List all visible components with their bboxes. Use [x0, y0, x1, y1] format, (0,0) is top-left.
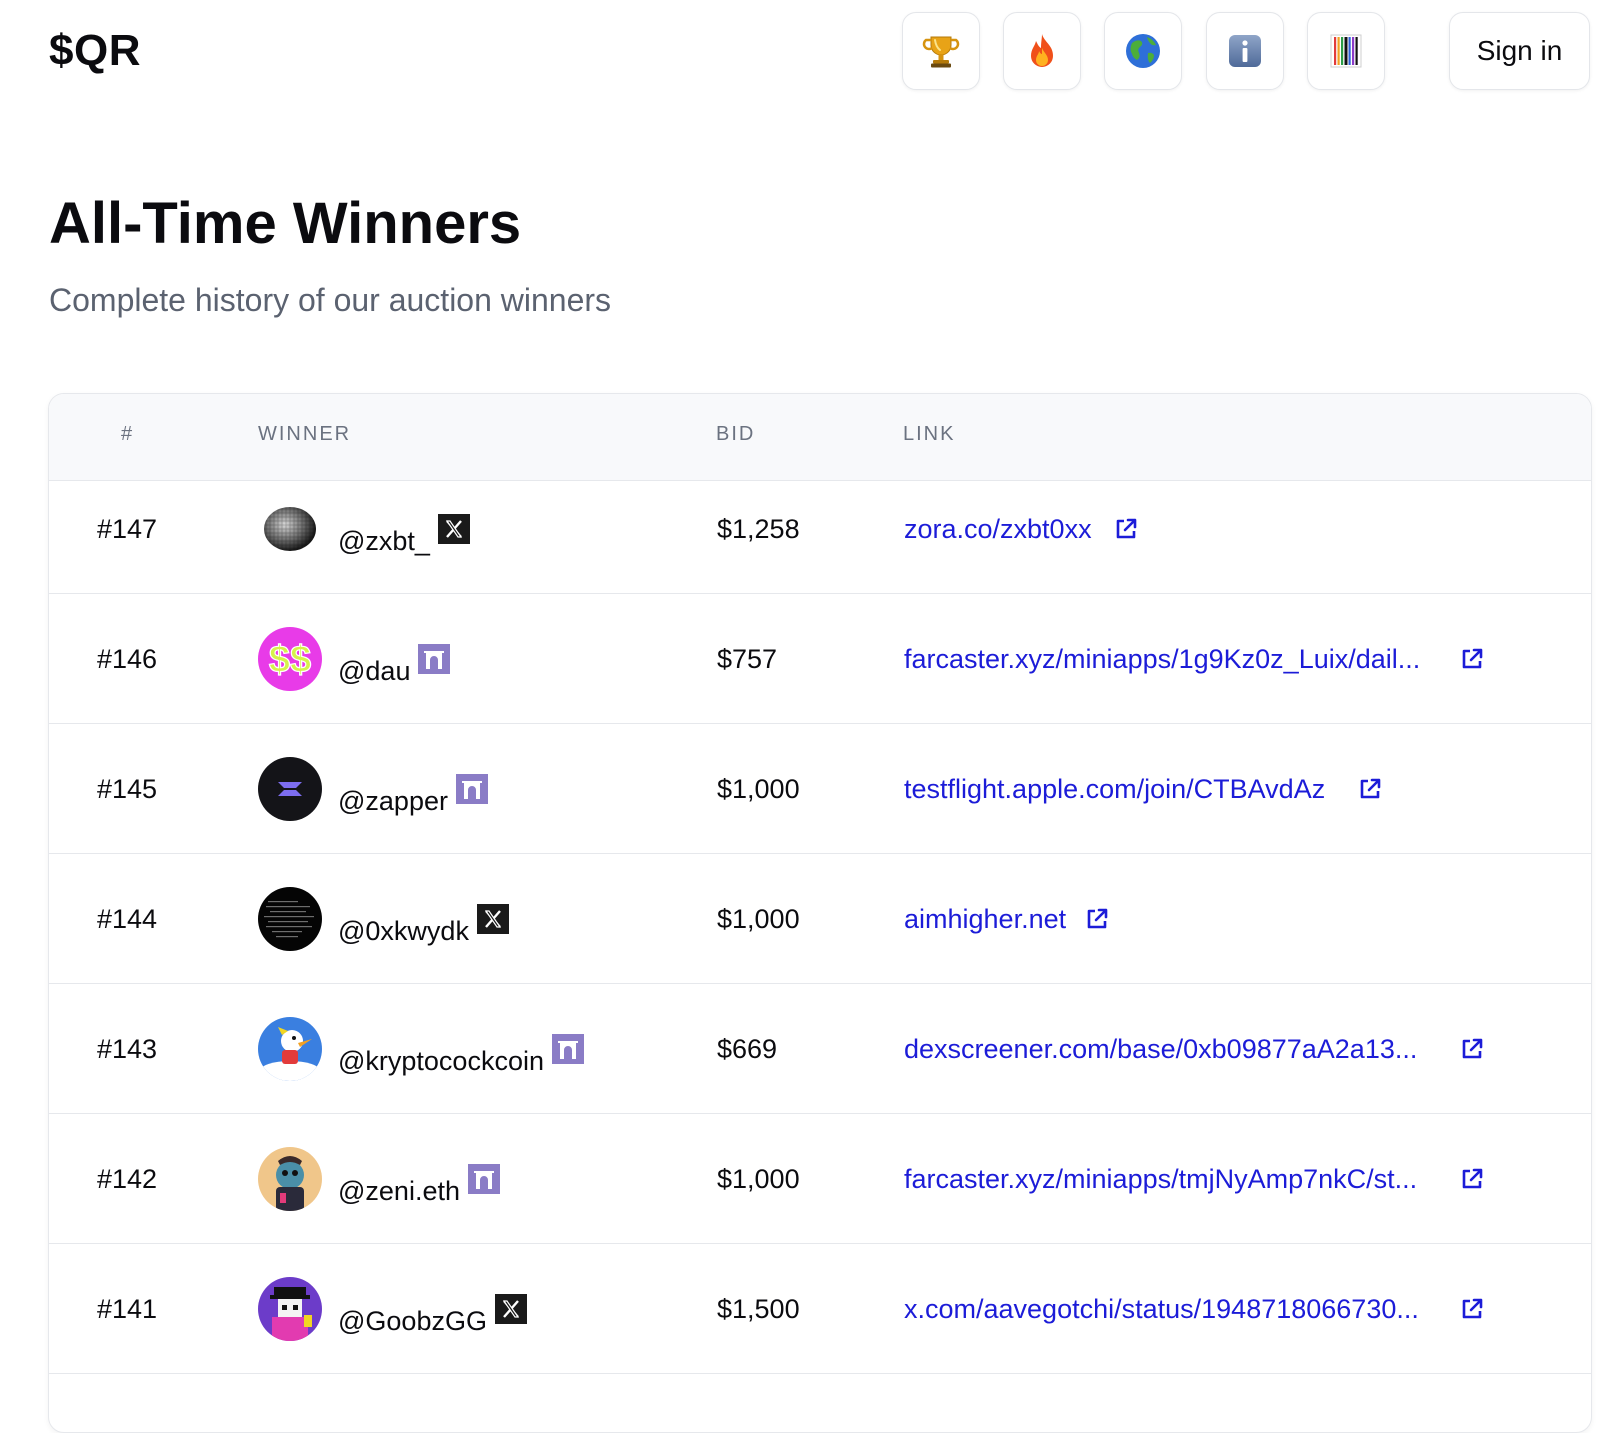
external-link-icon[interactable]: [1113, 516, 1139, 542]
pixel-character-avatar-image: [258, 1277, 322, 1341]
sign-in-button[interactable]: Sign in: [1449, 12, 1590, 90]
table-row: #143 @kryptocockcoin $669 dexscreener.co…: [49, 984, 1591, 1114]
avatar[interactable]: [258, 1147, 322, 1211]
dollar-signs-avatar-image: $$: [258, 627, 322, 691]
rank-cell: #141: [97, 1294, 158, 1324]
farcaster-logo-icon[interactable]: [418, 644, 451, 674]
globe-button[interactable]: [1104, 12, 1182, 90]
winners-table: # WINNER BID LINK #147 @zxbt_ $1,258 zor…: [48, 393, 1592, 1433]
fire-icon: [1031, 34, 1053, 67]
table-row: #147 @zxbt_ $1,258 zora.co/zxbt0xx: [49, 464, 1591, 594]
column-header-winner: WINNER: [258, 423, 352, 445]
rank-cell: #145: [97, 774, 158, 804]
external-link-icon[interactable]: [1357, 776, 1383, 802]
bid-amount: $1,000: [717, 1164, 800, 1194]
winner-name[interactable]: @zxbt_: [338, 514, 470, 557]
dark-text-avatar-image: [258, 887, 322, 951]
avatar[interactable]: [258, 1277, 322, 1341]
avatar[interactable]: [258, 887, 322, 951]
rank-cell: #143: [97, 1034, 158, 1064]
info-button[interactable]: [1206, 12, 1284, 90]
barcode-button[interactable]: [1307, 12, 1385, 90]
winner-link[interactable]: testflight.apple.com/join/CTBAvdAz: [904, 774, 1325, 805]
page-title: All-Time Winners: [49, 191, 522, 256]
table-row: #141 @GoobzGG $1,500 x.com/aavegotchi/st…: [49, 1244, 1591, 1374]
trophy-button[interactable]: [902, 12, 980, 90]
winner-handle: @dau: [338, 656, 411, 686]
bid-amount: $669: [717, 1034, 778, 1064]
column-header-bid: BID: [716, 423, 756, 445]
farcaster-logo-icon[interactable]: [455, 774, 488, 804]
winner-name[interactable]: @zeni.eth: [338, 1164, 500, 1207]
winner-name[interactable]: @zapper: [338, 774, 488, 817]
winner-name[interactable]: @kryptocockcoin: [338, 1034, 584, 1077]
winner-link[interactable]: x.com/aavegotchi/status/1948718066730...: [904, 1294, 1419, 1325]
rank-cell: #142: [97, 1164, 158, 1194]
rank-cell: #146: [97, 644, 158, 674]
x-logo-icon[interactable]: [494, 1294, 527, 1324]
table-row: #142 @zeni.eth $1,000 farcaster.xyz/mini…: [49, 1114, 1591, 1244]
rank-cell: #147: [97, 514, 158, 544]
table-row: #144 @0xkwydk $1,000 aimhigher.net: [49, 854, 1591, 984]
page-subtitle: Complete history of our auction winners: [49, 282, 612, 318]
svg-text:$$: $$: [269, 639, 311, 681]
winner-name[interactable]: @0xkwydk: [338, 904, 509, 947]
winner-handle: @zxbt_: [338, 526, 430, 556]
winner-link[interactable]: aimhigher.net: [904, 904, 1066, 935]
trophy-icon: [922, 36, 960, 68]
x-logo-icon[interactable]: [476, 904, 509, 934]
winner-handle: @GoobzGG: [338, 1306, 487, 1336]
globe-icon: [1126, 34, 1160, 68]
farcaster-logo-icon[interactable]: [467, 1164, 500, 1194]
farcaster-logo-icon[interactable]: [551, 1034, 584, 1064]
bid-amount: $757: [717, 644, 778, 674]
rank-cell: #144: [97, 904, 158, 934]
info-icon: [1229, 35, 1261, 67]
winner-name[interactable]: @GoobzGG: [338, 1294, 527, 1337]
winner-link[interactable]: zora.co/zxbt0xx: [904, 514, 1092, 545]
external-link-icon[interactable]: [1084, 906, 1110, 932]
disco-ball-avatar-image: [258, 497, 322, 561]
winner-handle: @zeni.eth: [338, 1176, 460, 1206]
site-logo[interactable]: $QR: [49, 26, 141, 76]
barcode-icon: [1330, 34, 1362, 68]
winner-link[interactable]: farcaster.xyz/miniapps/tmjNyAmp7nkC/st..…: [904, 1164, 1417, 1195]
winner-name[interactable]: @dau: [338, 644, 451, 687]
bid-amount: $1,000: [717, 904, 800, 934]
bid-amount: $1,258: [717, 514, 800, 544]
column-header-link: LINK: [903, 423, 956, 445]
avatar[interactable]: [258, 1017, 322, 1081]
top-bar: $QR Sign in: [0, 0, 1608, 104]
external-link-icon[interactable]: [1459, 1036, 1485, 1062]
winner-link[interactable]: dexscreener.com/base/0xb09877aA2a13...: [904, 1034, 1417, 1065]
bid-amount: $1,000: [717, 774, 800, 804]
table-row: #145 @zapper $1,000 testflight.apple.com…: [49, 724, 1591, 854]
winner-handle: @kryptocockcoin: [338, 1046, 544, 1076]
bid-amount: $1,500: [717, 1294, 800, 1324]
external-link-icon[interactable]: [1459, 1166, 1485, 1192]
avatar[interactable]: [258, 497, 322, 561]
external-link-icon[interactable]: [1459, 646, 1485, 672]
fire-button[interactable]: [1003, 12, 1081, 90]
winner-handle: @zapper: [338, 786, 448, 816]
cartoon-bird-avatar-image: [258, 1017, 322, 1081]
x-logo-icon[interactable]: [437, 514, 470, 544]
table-row: #146 $$ @dau $757 farcaster.xyz/miniapps…: [49, 594, 1591, 724]
column-header-rank: #: [121, 423, 135, 445]
winner-link[interactable]: farcaster.xyz/miniapps/1g9Kz0z_Luix/dail…: [904, 644, 1420, 675]
avatar[interactable]: $$: [258, 627, 322, 691]
zapper-logo-avatar-image: [258, 757, 322, 821]
winner-handle: @0xkwydk: [338, 916, 469, 946]
avatar[interactable]: [258, 757, 322, 821]
external-link-icon[interactable]: [1459, 1296, 1485, 1322]
character-avatar-image: [258, 1147, 322, 1211]
